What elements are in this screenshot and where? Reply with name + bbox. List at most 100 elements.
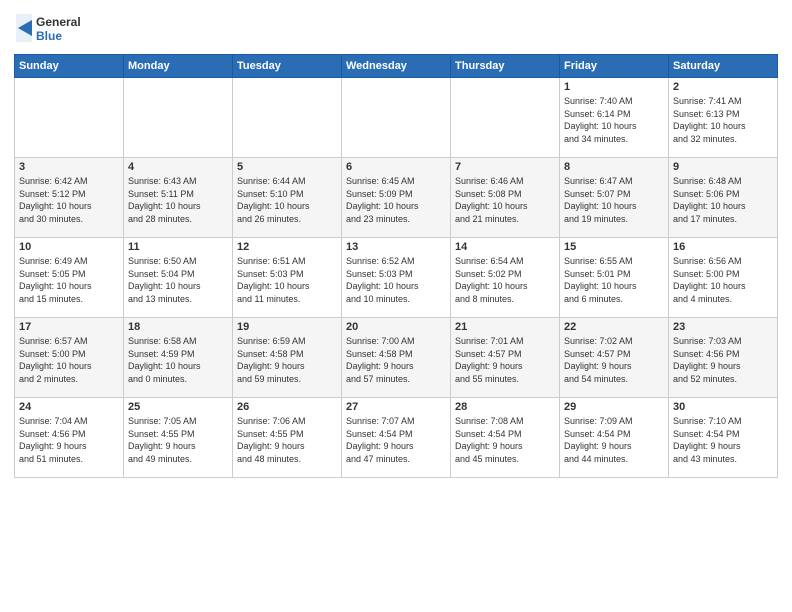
day-info: Sunrise: 7:02 AM Sunset: 4:57 PM Dayligh…	[564, 335, 664, 385]
day-info: Sunrise: 7:09 AM Sunset: 4:54 PM Dayligh…	[564, 415, 664, 465]
day-number: 25	[128, 401, 228, 413]
calendar-cell: 25 Sunrise: 7:05 AM Sunset: 4:55 PM Dayli…	[124, 398, 233, 478]
day-number: 19	[237, 321, 337, 333]
svg-text:Blue: Blue	[36, 29, 62, 43]
svg-text:General: General	[36, 15, 81, 29]
calendar-cell	[233, 78, 342, 158]
calendar-cell: 23 Sunrise: 7:03 AM Sunset: 4:56 PM Dayli…	[669, 318, 778, 398]
calendar-table: SundayMondayTuesdayWednesdayThursdayFrid…	[14, 54, 778, 478]
day-info: Sunrise: 7:04 AM Sunset: 4:56 PM Dayligh…	[19, 415, 119, 465]
calendar-cell: 19 Sunrise: 6:59 AM Sunset: 4:58 PM Dayli…	[233, 318, 342, 398]
day-info: Sunrise: 6:43 AM Sunset: 5:11 PM Dayligh…	[128, 175, 228, 225]
day-info: Sunrise: 6:47 AM Sunset: 5:07 PM Dayligh…	[564, 175, 664, 225]
day-header-tuesday: Tuesday	[233, 55, 342, 78]
day-number: 28	[455, 401, 555, 413]
day-info: Sunrise: 6:48 AM Sunset: 5:06 PM Dayligh…	[673, 175, 773, 225]
calendar-cell: 9 Sunrise: 6:48 AM Sunset: 5:06 PM Daylig…	[669, 158, 778, 238]
day-number: 18	[128, 321, 228, 333]
day-number: 15	[564, 241, 664, 253]
day-number: 6	[346, 161, 446, 173]
calendar-cell: 8 Sunrise: 6:47 AM Sunset: 5:07 PM Daylig…	[560, 158, 669, 238]
day-number: 23	[673, 321, 773, 333]
day-info: Sunrise: 7:40 AM Sunset: 6:14 PM Dayligh…	[564, 95, 664, 145]
calendar-cell: 27 Sunrise: 7:07 AM Sunset: 4:54 PM Dayli…	[342, 398, 451, 478]
day-info: Sunrise: 7:00 AM Sunset: 4:58 PM Dayligh…	[346, 335, 446, 385]
calendar-week-3: 10 Sunrise: 6:49 AM Sunset: 5:05 PM Dayli…	[15, 238, 778, 318]
calendar-cell	[15, 78, 124, 158]
calendar-cell: 28 Sunrise: 7:08 AM Sunset: 4:54 PM Dayli…	[451, 398, 560, 478]
day-number: 24	[19, 401, 119, 413]
day-number: 1	[564, 81, 664, 93]
day-info: Sunrise: 6:45 AM Sunset: 5:09 PM Dayligh…	[346, 175, 446, 225]
calendar-cell	[124, 78, 233, 158]
calendar-cell: 17 Sunrise: 6:57 AM Sunset: 5:00 PM Dayli…	[15, 318, 124, 398]
day-number: 27	[346, 401, 446, 413]
calendar-cell: 3 Sunrise: 6:42 AM Sunset: 5:12 PM Daylig…	[15, 158, 124, 238]
calendar-cell: 21 Sunrise: 7:01 AM Sunset: 4:57 PM Dayli…	[451, 318, 560, 398]
page-container: General Blue SundayMondayTuesdayWednesda…	[0, 0, 792, 486]
header: General Blue	[14, 10, 778, 46]
day-header-wednesday: Wednesday	[342, 55, 451, 78]
day-header-saturday: Saturday	[669, 55, 778, 78]
day-header-thursday: Thursday	[451, 55, 560, 78]
day-info: Sunrise: 6:57 AM Sunset: 5:00 PM Dayligh…	[19, 335, 119, 385]
day-header-sunday: Sunday	[15, 55, 124, 78]
day-number: 3	[19, 161, 119, 173]
day-header-monday: Monday	[124, 55, 233, 78]
day-number: 21	[455, 321, 555, 333]
day-number: 22	[564, 321, 664, 333]
calendar-week-5: 24 Sunrise: 7:04 AM Sunset: 4:56 PM Dayli…	[15, 398, 778, 478]
day-info: Sunrise: 6:49 AM Sunset: 5:05 PM Dayligh…	[19, 255, 119, 305]
calendar-cell: 26 Sunrise: 7:06 AM Sunset: 4:55 PM Dayli…	[233, 398, 342, 478]
day-number: 13	[346, 241, 446, 253]
day-info: Sunrise: 7:10 AM Sunset: 4:54 PM Dayligh…	[673, 415, 773, 465]
day-number: 17	[19, 321, 119, 333]
calendar-header-row: SundayMondayTuesdayWednesdayThursdayFrid…	[15, 55, 778, 78]
day-info: Sunrise: 7:06 AM Sunset: 4:55 PM Dayligh…	[237, 415, 337, 465]
day-info: Sunrise: 6:52 AM Sunset: 5:03 PM Dayligh…	[346, 255, 446, 305]
day-number: 14	[455, 241, 555, 253]
day-info: Sunrise: 7:08 AM Sunset: 4:54 PM Dayligh…	[455, 415, 555, 465]
calendar-cell	[342, 78, 451, 158]
day-number: 2	[673, 81, 773, 93]
day-info: Sunrise: 6:54 AM Sunset: 5:02 PM Dayligh…	[455, 255, 555, 305]
calendar-cell	[451, 78, 560, 158]
calendar-cell: 6 Sunrise: 6:45 AM Sunset: 5:09 PM Daylig…	[342, 158, 451, 238]
day-number: 4	[128, 161, 228, 173]
day-number: 10	[19, 241, 119, 253]
day-info: Sunrise: 6:59 AM Sunset: 4:58 PM Dayligh…	[237, 335, 337, 385]
logo-svg: General Blue	[14, 10, 94, 46]
logo: General Blue	[14, 10, 94, 46]
calendar-cell: 24 Sunrise: 7:04 AM Sunset: 4:56 PM Dayli…	[15, 398, 124, 478]
day-number: 9	[673, 161, 773, 173]
day-info: Sunrise: 7:01 AM Sunset: 4:57 PM Dayligh…	[455, 335, 555, 385]
day-number: 8	[564, 161, 664, 173]
calendar-cell: 5 Sunrise: 6:44 AM Sunset: 5:10 PM Daylig…	[233, 158, 342, 238]
calendar-cell: 30 Sunrise: 7:10 AM Sunset: 4:54 PM Dayli…	[669, 398, 778, 478]
calendar-cell: 7 Sunrise: 6:46 AM Sunset: 5:08 PM Daylig…	[451, 158, 560, 238]
calendar-week-1: 1 Sunrise: 7:40 AM Sunset: 6:14 PM Daylig…	[15, 78, 778, 158]
day-info: Sunrise: 7:05 AM Sunset: 4:55 PM Dayligh…	[128, 415, 228, 465]
calendar-cell: 15 Sunrise: 6:55 AM Sunset: 5:01 PM Dayli…	[560, 238, 669, 318]
day-number: 5	[237, 161, 337, 173]
calendar-cell: 11Sunrise: 6:50 AM Sunset: 5:04 PM Dayli…	[124, 238, 233, 318]
day-number: 26	[237, 401, 337, 413]
day-info: Sunrise: 6:46 AM Sunset: 5:08 PM Dayligh…	[455, 175, 555, 225]
calendar-cell: 18 Sunrise: 6:58 AM Sunset: 4:59 PM Dayli…	[124, 318, 233, 398]
day-header-friday: Friday	[560, 55, 669, 78]
day-info: Sunrise: 6:44 AM Sunset: 5:10 PM Dayligh…	[237, 175, 337, 225]
calendar-week-4: 17 Sunrise: 6:57 AM Sunset: 5:00 PM Dayli…	[15, 318, 778, 398]
day-info: Sunrise: 6:55 AM Sunset: 5:01 PM Dayligh…	[564, 255, 664, 305]
calendar-cell: 1 Sunrise: 7:40 AM Sunset: 6:14 PM Daylig…	[560, 78, 669, 158]
day-info: Sunrise: 6:42 AM Sunset: 5:12 PM Dayligh…	[19, 175, 119, 225]
calendar-cell: 12Sunrise: 6:51 AM Sunset: 5:03 PM Dayli…	[233, 238, 342, 318]
calendar-cell: 4 Sunrise: 6:43 AM Sunset: 5:11 PM Daylig…	[124, 158, 233, 238]
day-info: Sunrise: 7:07 AM Sunset: 4:54 PM Dayligh…	[346, 415, 446, 465]
day-info: Sunrise: 6:51 AM Sunset: 5:03 PM Dayligh…	[237, 255, 337, 305]
day-number: 7	[455, 161, 555, 173]
day-number: 30	[673, 401, 773, 413]
day-info: Sunrise: 7:03 AM Sunset: 4:56 PM Dayligh…	[673, 335, 773, 385]
calendar-cell: 2Sunrise: 7:41 AM Sunset: 6:13 PM Daylig…	[669, 78, 778, 158]
day-info: Sunrise: 6:58 AM Sunset: 4:59 PM Dayligh…	[128, 335, 228, 385]
calendar-week-2: 3 Sunrise: 6:42 AM Sunset: 5:12 PM Daylig…	[15, 158, 778, 238]
